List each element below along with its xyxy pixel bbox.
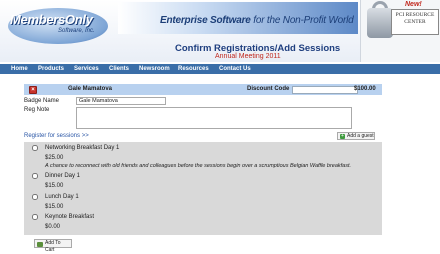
add-guest-button[interactable]: + Add a guest — [337, 132, 375, 140]
company-logo[interactable]: MembersOnly Software, Inc. — [2, 2, 120, 60]
session-price: $15.00 — [45, 183, 64, 189]
session-name: Lunch Day 1 — [45, 194, 79, 200]
registrant-bar: × Gale Mamatova Discount Code $100.00 — [24, 84, 382, 95]
site-header: MembersOnly Software, Inc. Enterprise So… — [0, 0, 440, 62]
registration-panel: × Gale Mamatova Discount Code $100.00 Ba… — [24, 80, 382, 235]
pci-box: PCI RESOURCE CENTER — [391, 9, 439, 35]
register-sessions-link[interactable]: Register for sessions >> — [24, 133, 89, 139]
session-name: Dinner Day 1 — [45, 173, 81, 179]
session-name: Keynote Breakfast — [45, 214, 95, 220]
event-name: Annual Meeting 2011 — [215, 53, 281, 60]
session-checkbox[interactable] — [32, 214, 38, 220]
cart-icon — [37, 241, 43, 247]
session-checkbox[interactable] — [32, 173, 38, 179]
main-nav: Home Products Services Clients Newsroom … — [0, 64, 440, 74]
sessions-list: Networking Breakfast Day 1 $25.00 A chan… — [24, 142, 382, 235]
nav-newsroom[interactable]: Newsroom — [139, 66, 170, 72]
reg-note-textarea[interactable] — [76, 107, 352, 129]
logo-inc: Software, Inc. — [58, 28, 95, 34]
nav-home[interactable]: Home — [11, 66, 28, 72]
padlock-icon — [367, 8, 393, 38]
tagline-bold: Enterprise Software — [160, 15, 251, 26]
nav-clients[interactable]: Clients — [109, 66, 129, 72]
session-price: $25.00 — [45, 155, 64, 161]
logo-name: MembersOnly — [10, 12, 93, 27]
pci-new-label: New! — [405, 1, 422, 8]
tagline-rest: for the Non-Profit World — [250, 15, 354, 26]
nav-resources[interactable]: Resources — [178, 66, 209, 72]
remove-registrant-button[interactable]: × — [29, 85, 37, 94]
pci-line1: PCI RESOURCE — [395, 12, 435, 18]
session-name: Networking Breakfast Day 1 — [45, 145, 120, 151]
nav-products[interactable]: Products — [38, 66, 64, 72]
pci-resource-center-ad[interactable]: New! PCI RESOURCE CENTER — [360, 0, 440, 62]
session-price: $15.00 — [45, 204, 64, 210]
session-checkbox[interactable] — [32, 194, 38, 200]
add-guest-label: Add a guest — [347, 133, 374, 139]
badge-name-input[interactable]: Gale Mamatova — [76, 97, 166, 105]
add-to-cart-button[interactable]: Add To Cart — [34, 239, 72, 253]
tagline: Enterprise Software for the Non-Profit W… — [160, 15, 354, 26]
session-description: A chance to reconnect with old friends a… — [45, 163, 352, 169]
nav-services[interactable]: Services — [74, 66, 99, 72]
add-icon: + — [340, 133, 345, 139]
registrant-name: Gale Mamatova — [68, 86, 113, 92]
reg-note-label: Reg Note — [24, 107, 50, 113]
pci-line2: CENTER — [404, 19, 426, 25]
session-checkbox[interactable] — [32, 145, 38, 151]
nav-contact-us[interactable]: Contact Us — [219, 66, 251, 72]
registrant-amount: $100.00 — [354, 86, 376, 92]
add-to-cart-label: Add To Cart — [45, 240, 61, 253]
session-price: $0.00 — [45, 224, 61, 230]
badge-name-label: Badge Name — [24, 98, 60, 104]
discount-code-input[interactable] — [292, 85, 358, 94]
discount-code-label: Discount Code — [247, 86, 290, 92]
